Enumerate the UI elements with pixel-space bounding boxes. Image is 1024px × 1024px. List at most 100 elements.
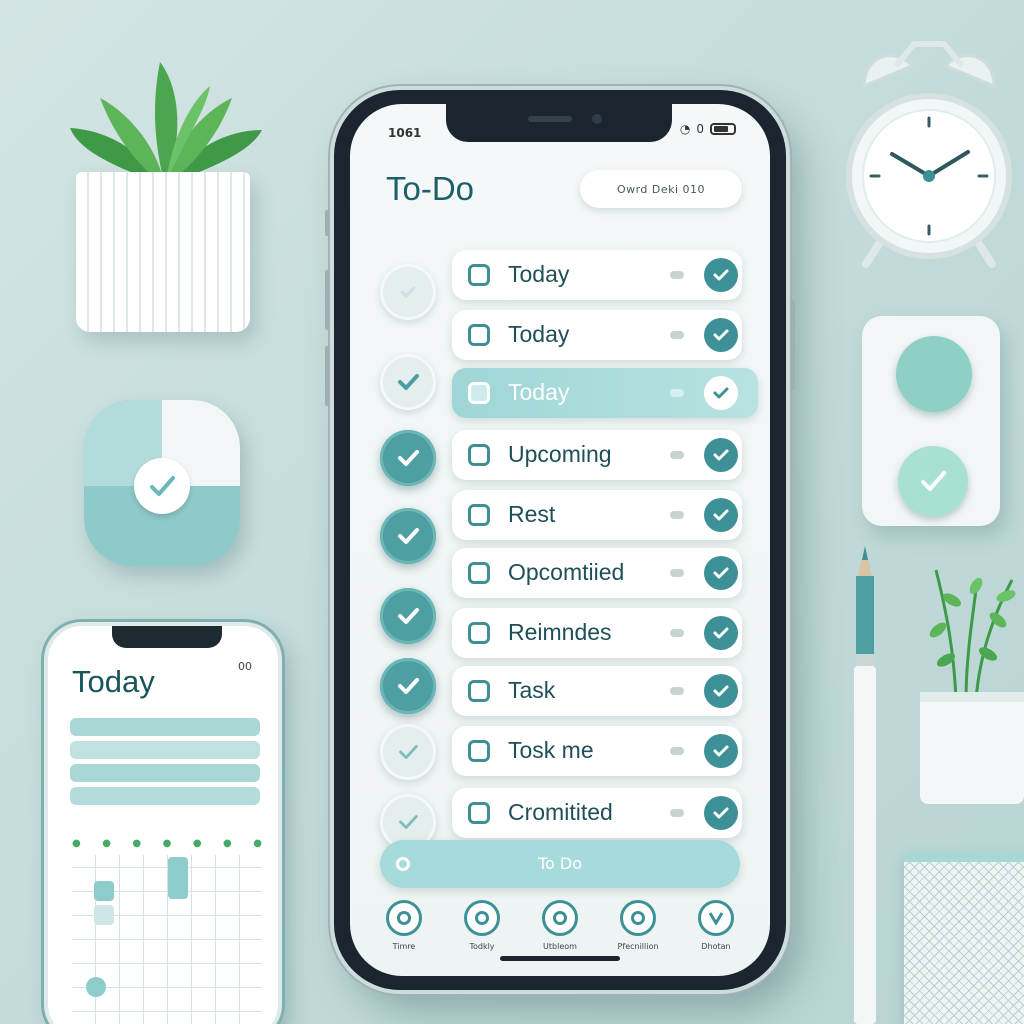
- checkmark-icon: [398, 528, 419, 544]
- task-indicator: [670, 511, 684, 519]
- round-button[interactable]: [896, 336, 972, 412]
- checkbox-icon[interactable]: [468, 382, 490, 404]
- main-phone: 1061 ◔ 0 To-Do Owrd Deki 010 Today Today…: [325, 90, 795, 990]
- plant-icon: [920, 569, 1024, 804]
- task-indicator: [670, 747, 684, 755]
- check-button[interactable]: [898, 446, 968, 516]
- tab-icon: [386, 900, 422, 936]
- clock-icon: [846, 41, 1012, 268]
- task-row[interactable]: Reimndes: [452, 608, 742, 658]
- tab-1[interactable]: Timre: [372, 900, 436, 970]
- checkmark-icon: [398, 374, 419, 390]
- todo-button-label: To Do: [537, 854, 583, 873]
- task-indicator: [670, 331, 684, 339]
- task-indicator: [670, 271, 684, 279]
- task-row[interactable]: Task: [452, 666, 742, 716]
- task-label: Rest: [508, 501, 556, 527]
- tab-label: Todkly: [469, 942, 495, 951]
- checkmark-icon[interactable]: [704, 498, 738, 532]
- small-phone-title: Today: [72, 664, 155, 699]
- tab-label: Timre: [392, 942, 416, 951]
- task-indicator: [670, 687, 684, 695]
- task-row[interactable]: Today: [452, 250, 742, 300]
- signal-icon: ◔: [679, 122, 691, 136]
- status-circle-1[interactable]: [380, 264, 436, 320]
- task-indicator: [670, 569, 684, 577]
- checkmark-icon[interactable]: [704, 674, 738, 708]
- status-time: 1061: [388, 126, 422, 140]
- checkmark-icon[interactable]: [704, 258, 738, 292]
- checkmark-icon: [134, 458, 190, 514]
- plant-leaves: [70, 62, 262, 186]
- toggle-tile: [862, 316, 1000, 526]
- checkmark-icon: [398, 608, 419, 624]
- task-label: Reimndes: [508, 619, 612, 645]
- task-row[interactable]: Upcoming: [452, 430, 742, 480]
- task-label: Cromitited: [508, 799, 613, 825]
- checkbox-icon[interactable]: [468, 562, 490, 584]
- task-row[interactable]: Rest: [452, 490, 742, 540]
- todo-button[interactable]: To Do: [380, 840, 740, 888]
- task-label: Today: [508, 379, 570, 405]
- tab-5[interactable]: Dhotan: [684, 900, 748, 970]
- checkmark-icon[interactable]: [704, 734, 738, 768]
- task-row[interactable]: Cromitited: [452, 788, 742, 838]
- task-label: Today: [508, 261, 570, 287]
- checkmark-icon: [398, 678, 419, 694]
- checkmark-icon[interactable]: [704, 796, 738, 830]
- status-circle-4[interactable]: [380, 430, 436, 486]
- status-icons: ◔ 0: [680, 122, 736, 136]
- small-phone-status: 00: [238, 660, 252, 673]
- checkbox-icon[interactable]: [468, 740, 490, 762]
- battery-icon: [710, 123, 736, 135]
- checkmark-icon: [398, 450, 419, 466]
- small-phone: Today 00 ● ● ● ● ● ● ●: [44, 622, 282, 1024]
- task-indicator: [670, 389, 684, 397]
- checkmark-icon[interactable]: [704, 556, 738, 590]
- status-circle-8[interactable]: [380, 724, 436, 780]
- status-circle-6[interactable]: [380, 588, 436, 644]
- task-indicator: [670, 451, 684, 459]
- status-circle-5[interactable]: [380, 508, 436, 564]
- tab-icon: [542, 900, 578, 936]
- checkbox-icon[interactable]: [468, 264, 490, 286]
- task-row[interactable]: Today: [452, 310, 742, 360]
- status-circle-3[interactable]: [380, 354, 436, 410]
- tab-label: Dhotan: [701, 942, 731, 951]
- checkbox-icon[interactable]: [468, 444, 490, 466]
- checkbox-icon[interactable]: [468, 680, 490, 702]
- checkmark-icon[interactable]: [704, 376, 738, 410]
- checkbox-icon[interactable]: [468, 504, 490, 526]
- checkmark-icon: [400, 286, 416, 299]
- task-label: Today: [508, 321, 570, 347]
- phone-screen: 1061 ◔ 0 To-Do Owrd Deki 010 Today Today…: [350, 104, 770, 976]
- tab-label: Utbleom: [543, 942, 577, 951]
- tab-label: Pfecnillion: [617, 942, 659, 951]
- small-phone-bars: [70, 718, 260, 810]
- checkmark-icon[interactable]: [704, 318, 738, 352]
- tab-icon: [698, 900, 734, 936]
- task-row-active[interactable]: Today: [452, 368, 758, 418]
- checkmark-icon: [921, 471, 946, 491]
- task-label: Opcomtiied: [508, 559, 625, 585]
- checkmark-icon: [399, 745, 418, 759]
- checkbox-icon[interactable]: [468, 324, 490, 346]
- task-row[interactable]: Tosk me: [452, 726, 742, 776]
- checkmark-icon[interactable]: [704, 616, 738, 650]
- task-label: Upcoming: [508, 441, 612, 467]
- checkbox-icon[interactable]: [468, 802, 490, 824]
- status-circle-7[interactable]: [380, 658, 436, 714]
- plant-pot: [76, 172, 250, 332]
- phone-notch: [446, 104, 672, 142]
- round-check-device: [84, 400, 240, 566]
- checkbox-icon[interactable]: [468, 622, 490, 644]
- checkmark-icon: [399, 815, 418, 829]
- search-pill[interactable]: Owrd Deki 010: [580, 170, 742, 208]
- home-indicator: [500, 956, 620, 961]
- task-row[interactable]: Opcomtiied: [452, 548, 742, 598]
- pen-holder: [904, 852, 1024, 1024]
- status-extra: 0: [696, 122, 704, 136]
- task-indicator: [670, 629, 684, 637]
- checkmark-icon[interactable]: [704, 438, 738, 472]
- small-phone-calendar: ● ● ● ● ● ● ●: [72, 838, 262, 1024]
